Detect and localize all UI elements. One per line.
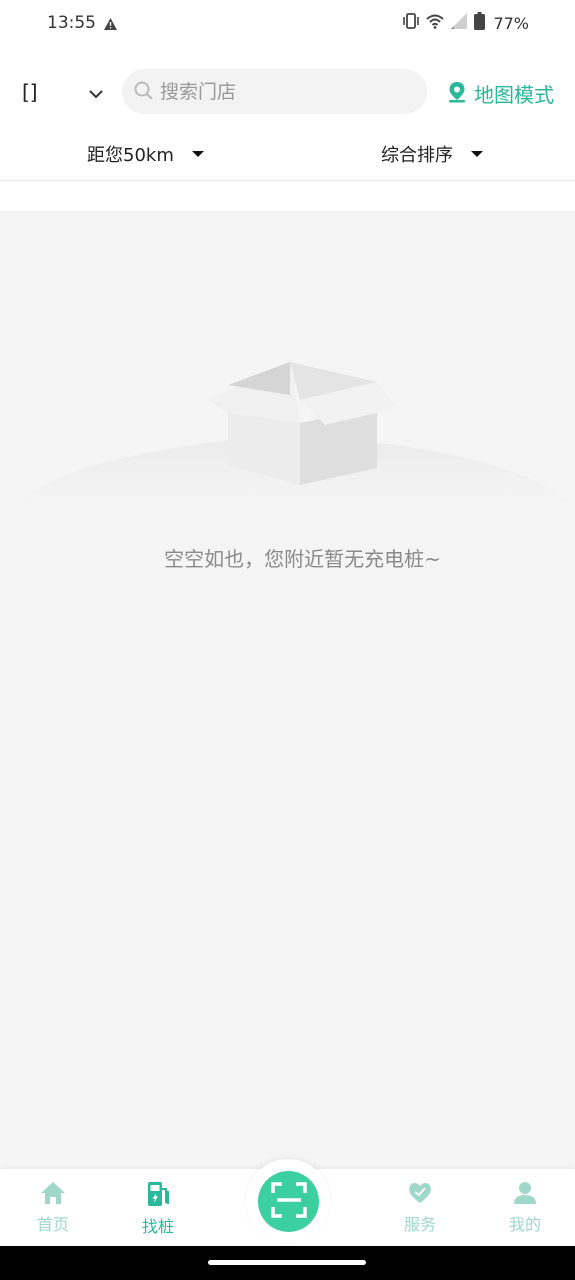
page: 13:55 77% [] 搜索门店 地图模式 距您50km 综合排序 空空如也，… — [0, 0, 575, 1280]
wifi-icon — [426, 14, 445, 33]
search-box[interactable] — [122, 69, 427, 114]
empty-state-message: 空空如也，您附近暂无充电桩~ — [164, 547, 441, 571]
charging-station-icon — [145, 1181, 171, 1211]
heart-icon — [407, 1181, 433, 1209]
battery-level: 77% — [493, 13, 529, 33]
sort-filter[interactable]: 综合排序 — [381, 141, 483, 167]
tab-service[interactable]: 服务 — [380, 1181, 460, 1235]
chevron-down-icon[interactable] — [88, 84, 104, 103]
caret-down-icon — [191, 151, 204, 157]
status-time: 13:55 — [47, 13, 96, 33]
sort-filter-label: 综合排序 — [381, 145, 453, 166]
search-icon — [134, 81, 154, 105]
content-header-spacer — [0, 181, 575, 211]
system-nav-bar — [0, 1246, 575, 1280]
top-bar: [] 地图模式 — [0, 48, 575, 132]
scan-icon — [270, 1181, 307, 1222]
filter-bar: 距您50km 综合排序 — [0, 132, 575, 181]
caret-down-icon — [471, 151, 483, 157]
tab-home[interactable]: 首页 — [13, 1181, 93, 1235]
tab-label: 找桩 — [141, 1217, 174, 1236]
map-mode-button[interactable]: 地图模式 — [446, 79, 554, 108]
tab-find-charger[interactable]: 找桩 — [118, 1181, 198, 1237]
map-pin-icon — [446, 81, 468, 107]
signal-icon — [450, 13, 468, 33]
tab-label: 我的 — [508, 1215, 541, 1234]
status-icons: 77% — [402, 12, 529, 34]
tab-label: 服务 — [403, 1215, 436, 1234]
search-input[interactable] — [160, 79, 410, 105]
alert-icon — [104, 15, 117, 34]
distance-filter[interactable]: 距您50km — [87, 141, 204, 167]
status-bar: 13:55 77% — [0, 0, 575, 48]
home-indicator[interactable] — [208, 1260, 366, 1265]
scan-button-wrapper — [246, 1159, 330, 1243]
empty-box-illustration — [20, 355, 575, 515]
vibrate-icon — [402, 13, 420, 33]
battery-icon — [474, 12, 486, 34]
distance-filter-label: 距您50km — [87, 145, 174, 166]
tab-mine[interactable]: 我的 — [485, 1181, 565, 1235]
map-mode-label: 地图模式 — [474, 83, 554, 107]
home-icon — [40, 1181, 66, 1209]
tab-label: 首页 — [36, 1215, 69, 1234]
city-selector[interactable]: [] — [22, 80, 38, 104]
user-icon — [513, 1181, 537, 1209]
scan-button[interactable] — [258, 1171, 319, 1232]
